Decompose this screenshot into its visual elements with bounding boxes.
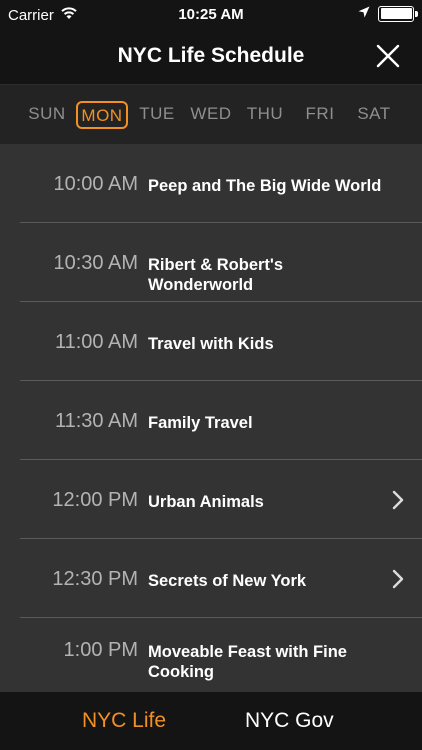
close-icon — [376, 44, 400, 68]
show-time: 11:00 AM — [54, 331, 138, 353]
day-tab-mon[interactable]: MON — [76, 101, 128, 129]
list-item[interactable]: 11:00 AM Travel with Kids — [20, 302, 422, 381]
list-item[interactable]: 12:30 PM Secrets of New York — [20, 539, 422, 618]
tab-nyc-gov[interactable]: NYC Gov — [245, 709, 334, 733]
show-time: 11:30 AM — [54, 410, 138, 432]
bottom-tab-bar: NYC Life NYC Gov — [0, 692, 422, 750]
chevron-right-icon[interactable] — [392, 490, 404, 510]
page-title: NYC Life Schedule — [117, 44, 305, 67]
day-tab-sat[interactable]: SAT — [348, 101, 400, 129]
close-button[interactable] — [374, 42, 402, 70]
day-tab-sun[interactable]: SUN — [21, 101, 73, 129]
show-time: 12:00 PM — [52, 489, 138, 511]
show-title: Family Travel — [148, 414, 253, 432]
day-tab-wed[interactable]: WED — [185, 101, 237, 129]
list-item[interactable]: 10:00 AM Peep and The Big Wide World — [20, 144, 422, 223]
day-tab-tue[interactable]: TUE — [131, 101, 183, 129]
chevron-right-icon[interactable] — [392, 569, 404, 589]
tab-nyc-life[interactable]: NYC Life — [82, 709, 166, 733]
show-title: Urban Animals — [148, 493, 264, 511]
header: NYC Life Schedule — [0, 30, 422, 84]
status-bar: Carrier 10:25 AM — [0, 0, 422, 30]
list-item[interactable]: 11:30 AM Family Travel — [20, 381, 422, 460]
show-title: Moveable Feast with Fine Cooking — [148, 643, 347, 681]
show-title: Ribert & Robert's Wonderworld — [148, 256, 284, 294]
list-item[interactable]: 10:30 AM Ribert & Robert's Wonderworld — [20, 223, 422, 302]
list-item[interactable]: 12:00 PM Urban Animals — [20, 460, 422, 539]
show-time: 10:30 AM — [53, 252, 138, 274]
location-arrow-icon — [358, 5, 370, 22]
schedule-list: 10:00 AM Peep and The Big Wide World 10:… — [0, 144, 422, 692]
battery-icon — [378, 5, 418, 22]
day-tab-thu[interactable]: THU — [239, 101, 291, 129]
list-item[interactable]: 1:00 PM Moveable Feast with Fine Cooking — [20, 618, 422, 692]
show-title: Peep and The Big Wide World — [148, 177, 382, 195]
show-time: 12:30 PM — [52, 568, 138, 590]
show-time: 1:00 PM — [63, 639, 138, 661]
day-selector: SUN MON TUE WED THU FRI SAT — [0, 84, 422, 144]
show-title: Secrets of New York — [148, 572, 307, 590]
show-time: 10:00 AM — [53, 173, 138, 195]
day-tab-fri[interactable]: FRI — [294, 101, 346, 129]
show-title: Travel with Kids — [148, 335, 274, 353]
